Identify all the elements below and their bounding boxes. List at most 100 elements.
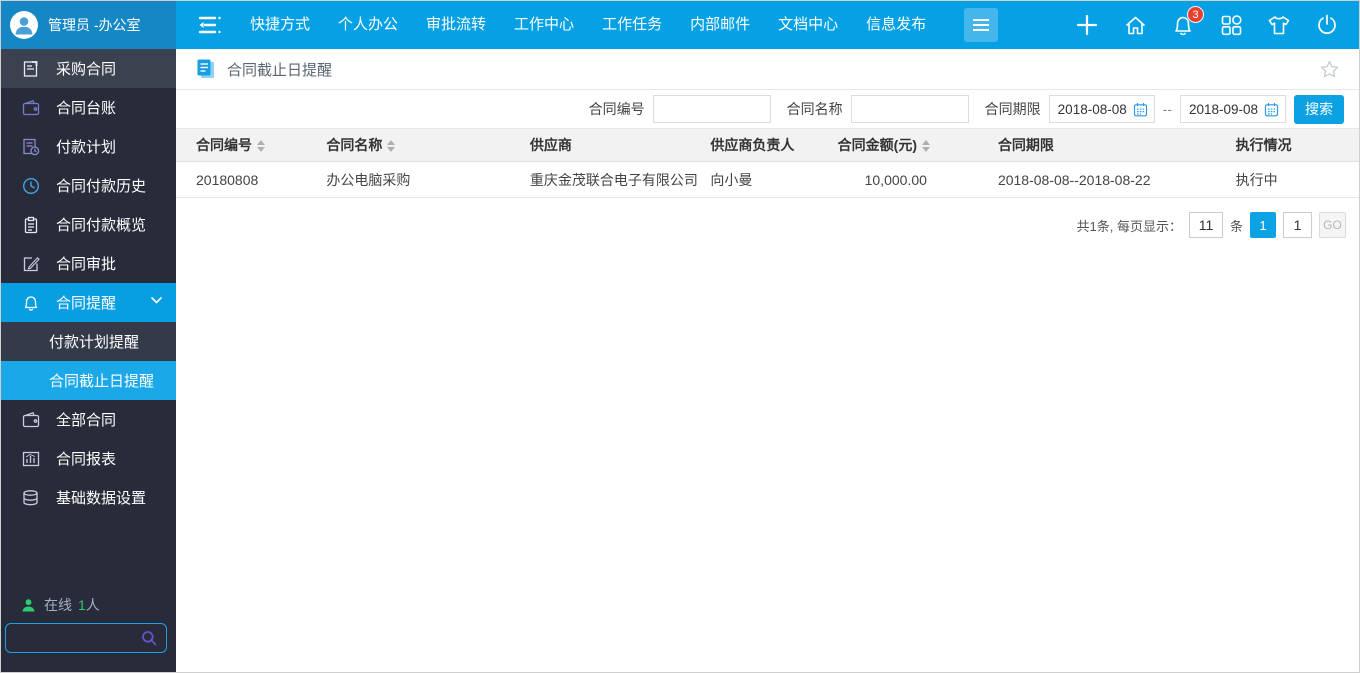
sort-icon[interactable]: [387, 140, 396, 153]
contract-period-label: 合同期限: [984, 101, 1041, 117]
apps-button[interactable]: [1219, 13, 1243, 37]
wallet-icon: [21, 98, 40, 117]
nav-item-info-publish[interactable]: 信息发布: [852, 1, 940, 49]
plus-icon: [1076, 14, 1098, 36]
sidebar-item-contract-approval[interactable]: 合同审批: [1, 244, 176, 283]
wallet-icon: [21, 410, 40, 429]
sidebar-subitem-contract-deadline-reminder[interactable]: 合同截止日提醒: [1, 361, 176, 400]
sidebar-item-contract-reminder[interactable]: 合同提醒: [1, 283, 176, 322]
cell-supplier: 重庆金茂联合电子有限公司: [529, 161, 711, 198]
calendar-icon: [1133, 102, 1147, 116]
date-to-value: 2018-09-08: [1189, 101, 1259, 117]
date-from-value: 2018-08-08: [1057, 101, 1127, 117]
date-to-input[interactable]: 2018-09-08: [1180, 95, 1286, 123]
col-amount[interactable]: 合同金额(元): [837, 128, 953, 162]
page-button-1[interactable]: 1: [1250, 212, 1276, 238]
more-menu-button[interactable]: [964, 8, 999, 42]
chart-icon: [21, 449, 40, 468]
sidebar-item-payment-overview[interactable]: 合同付款概览: [1, 205, 176, 244]
user-icon: [15, 17, 33, 35]
chevron-down-icon: [151, 297, 162, 304]
bell-icon: [21, 293, 40, 312]
nav-item-personal-office[interactable]: 个人办公: [324, 1, 412, 49]
notifications-button[interactable]: 3: [1171, 6, 1204, 37]
contract-name-input[interactable]: [850, 95, 969, 123]
cell-contract-name: 办公电脑采购: [326, 161, 530, 198]
topbar-icons: 3: [1075, 6, 1359, 37]
cell-supplier-contact: 向小曼: [710, 161, 838, 198]
sidebar-subitem-payment-plan-reminder[interactable]: 付款计划提醒: [1, 322, 176, 361]
col-contract-no[interactable]: 合同编号: [176, 128, 327, 162]
date-from-input[interactable]: 2018-08-08: [1048, 95, 1155, 123]
main-nav: 快捷方式 个人办公 审批流转 工作中心 工作任务 内部邮件 文档中心 信息发布: [236, 1, 940, 49]
sidebar-item-contract-reports[interactable]: 合同报表: [1, 439, 176, 478]
theme-button[interactable]: [1267, 13, 1291, 37]
sidebar-item-purchase-contract[interactable]: 采购合同: [1, 49, 176, 88]
table-row[interactable]: 20180808 办公电脑采购 重庆金茂联合电子有限公司 向小曼 10,000.…: [176, 161, 1359, 198]
logout-button[interactable]: [1315, 13, 1339, 37]
clock-icon: [21, 176, 40, 195]
main-content: 合同截止日提醒 合同编号 合同名称 合同期限 2018-08-08 -- 201…: [176, 49, 1359, 672]
topbar: 管理员 -办公室 快捷方式 个人办公 审批流转 工作中心 工作任务 内部邮件 文…: [1, 1, 1359, 49]
nav-item-work-tasks[interactable]: 工作任务: [588, 1, 676, 49]
contract-name-label: 合同名称: [786, 101, 843, 117]
signature-pen-icon: [21, 254, 40, 273]
nav-item-work-center[interactable]: 工作中心: [500, 1, 588, 49]
sort-icon[interactable]: [257, 140, 265, 153]
collapse-menu-icon[interactable]: [196, 11, 224, 39]
nav-item-shortcuts[interactable]: 快捷方式: [236, 1, 324, 49]
col-supplier: 供应商: [529, 128, 711, 162]
page-title: 合同截止日提醒: [227, 61, 333, 79]
sidebar-search-input[interactable]: [6, 630, 141, 646]
table-header-row: 合同编号 合同名称 供应商 供应商负责人 合同金额(元) 合同期限 执行情况: [176, 128, 1359, 162]
nav-item-document-center[interactable]: 文档中心: [764, 1, 852, 49]
goto-page-input[interactable]: 1: [1283, 212, 1312, 238]
sidebar-item-contract-ledger[interactable]: 合同台账: [1, 88, 176, 127]
power-icon: [1318, 14, 1336, 34]
sidebar-item-all-contracts[interactable]: 全部合同: [1, 400, 176, 439]
sidebar-item-payment-plan[interactable]: 付款计划: [1, 127, 176, 166]
col-contract-name[interactable]: 合同名称: [326, 128, 530, 162]
apps-grid-icon: [1221, 14, 1242, 35]
online-unit: 人: [85, 597, 100, 613]
hamburger-icon: [973, 19, 990, 31]
sidebar-item-basic-data-settings[interactable]: 基础数据设置: [1, 478, 176, 517]
search-icon[interactable]: [141, 630, 157, 646]
user-name: 管理员 -办公室: [48, 17, 141, 33]
page-size-input[interactable]: 11: [1188, 212, 1223, 238]
search-button[interactable]: 搜索: [1294, 94, 1344, 124]
sidebar-item-payment-history[interactable]: 合同付款历史: [1, 166, 176, 205]
nav-item-internal-mail[interactable]: 内部邮件: [676, 1, 764, 49]
pagination: 共1条, 每页显示： 11 条 1 1 GO: [176, 198, 1359, 238]
col-supplier-contact: 供应商负责人: [710, 128, 838, 162]
favorite-star-icon[interactable]: [1320, 60, 1339, 78]
online-label: 在线: [44, 597, 72, 613]
doc-edit-icon: [21, 59, 40, 78]
database-icon: [21, 488, 40, 507]
page-title-icon: [197, 59, 214, 78]
cell-contract-no: 20180808: [176, 161, 327, 198]
notification-badge: 3: [1187, 6, 1204, 23]
clipboard-icon: [21, 215, 40, 234]
sort-icon[interactable]: [921, 140, 930, 153]
cell-amount: 10,000.00: [837, 161, 953, 198]
page-header: 合同截止日提醒: [176, 49, 1359, 90]
nav-item-approval-flow[interactable]: 审批流转: [412, 1, 500, 49]
add-button[interactable]: [1075, 13, 1099, 37]
contract-no-input[interactable]: [652, 95, 771, 123]
tshirt-icon: [1268, 16, 1290, 35]
online-user-icon: [22, 598, 35, 611]
col-status: 执行情况: [1235, 128, 1359, 162]
sidebar-search: [5, 623, 167, 653]
go-button[interactable]: GO: [1319, 212, 1346, 238]
user-profile[interactable]: 管理员 -办公室: [1, 1, 176, 49]
home-icon: [1125, 16, 1145, 34]
sidebar: 采购合同 合同台账 付款计划 合同付款历史 合同付款概览 合同审批 合同提醒 付…: [1, 49, 176, 672]
doc-clock-icon: [21, 137, 40, 156]
date-range-separator: --: [1162, 101, 1172, 117]
home-button[interactable]: [1123, 13, 1147, 37]
cell-period: 2018-08-08--2018-08-22: [952, 161, 1236, 198]
page-size-unit: 条: [1229, 218, 1243, 234]
filter-bar: 合同编号 合同名称 合同期限 2018-08-08 -- 2018-09-08: [176, 90, 1359, 128]
topbar-main: 快捷方式 个人办公 审批流转 工作中心 工作任务 内部邮件 文档中心 信息发布: [176, 1, 1359, 49]
